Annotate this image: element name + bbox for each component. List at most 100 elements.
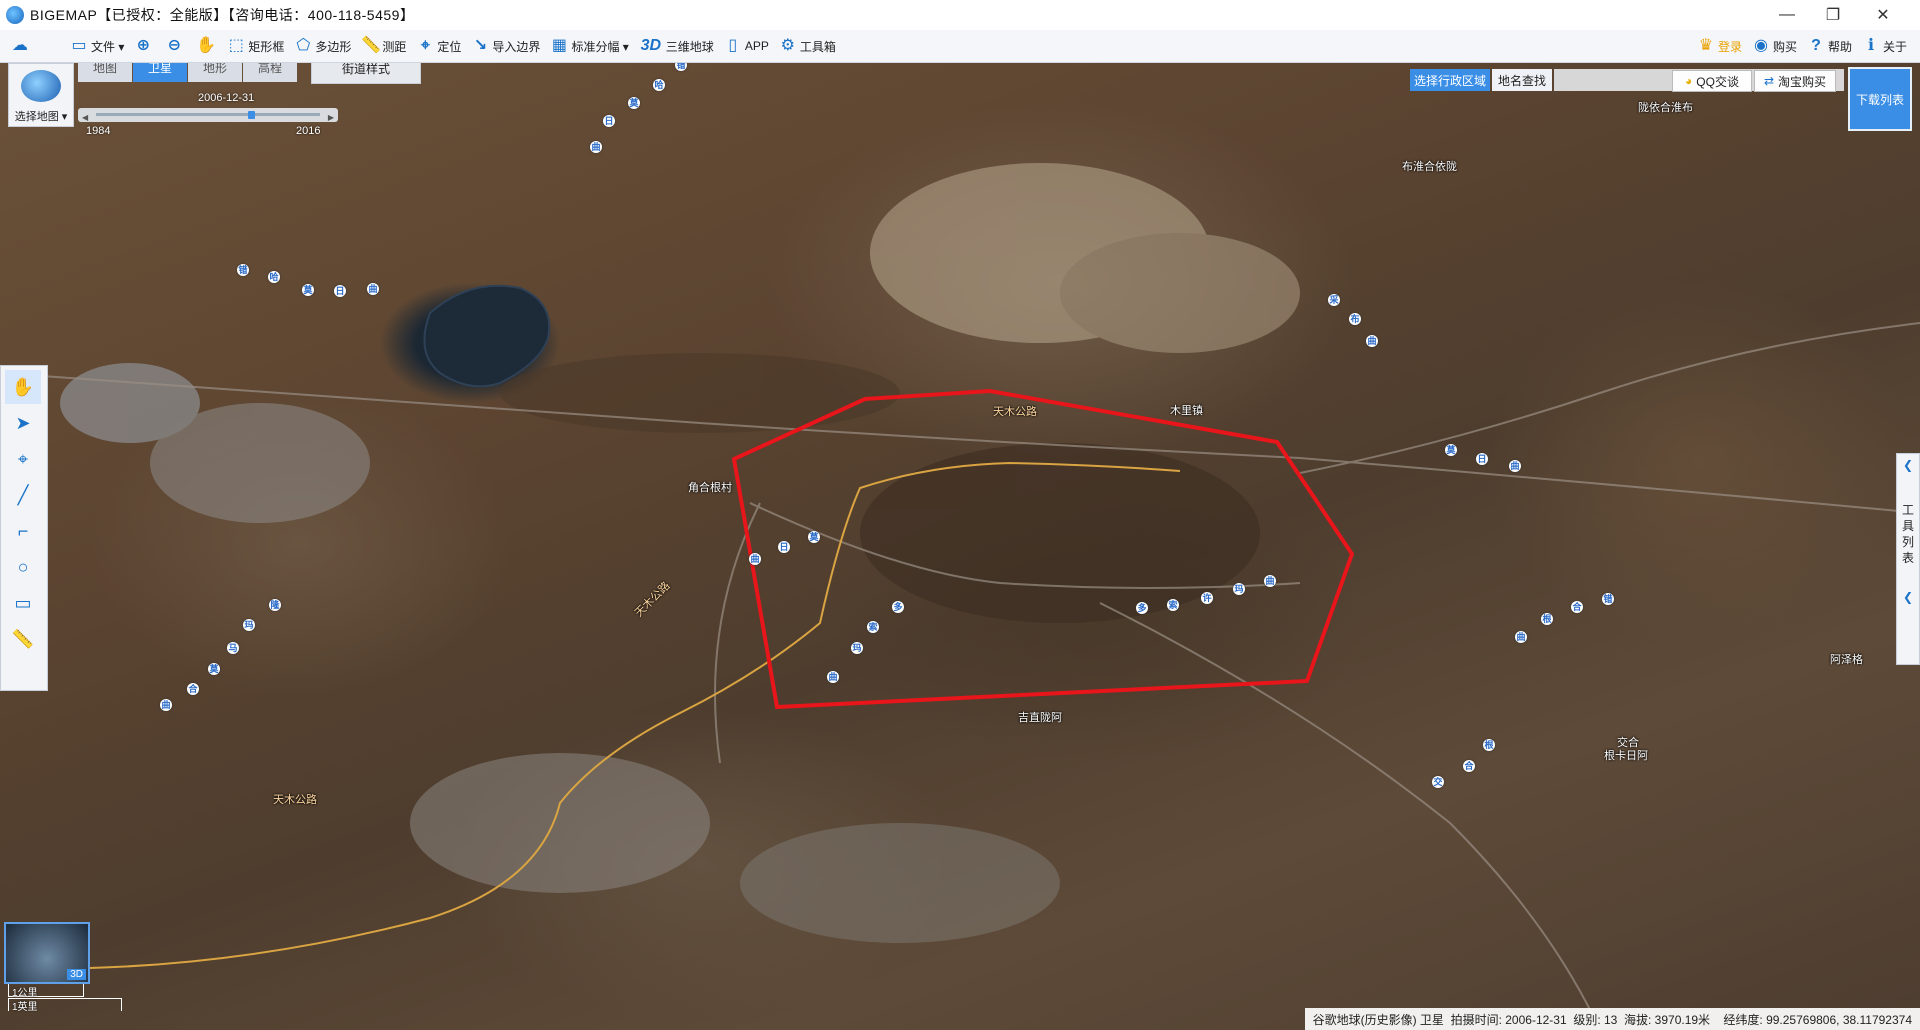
rectangle-select-button[interactable]: ⬚ 矩形框: [222, 32, 289, 60]
river-label: 莫: [808, 531, 820, 543]
place-search-button[interactable]: 地名查找: [1492, 69, 1552, 91]
status-coords: 经纬度: 99.25769806, 38.11792374: [1723, 1012, 1912, 1027]
file-menu[interactable]: ▭ 文件 ▾: [65, 32, 129, 60]
3d-badge: 3D: [67, 969, 86, 980]
import-boundary-button[interactable]: ↘ 导入边界: [466, 32, 545, 60]
river-label: 曲: [1509, 460, 1521, 472]
zoom-in-icon: ⊕: [136, 37, 151, 54]
map-selector[interactable]: 选择地图 ▾: [8, 63, 74, 127]
rectangle-tool-button[interactable]: ▭: [5, 586, 41, 620]
pan-tool-button[interactable]: ✋: [5, 370, 41, 404]
rectangle-icon: ▭: [14, 592, 32, 613]
cloud-icon: ☁: [12, 37, 28, 54]
download-list-button[interactable]: 下载列表: [1848, 67, 1912, 131]
timeline-end: 2016: [296, 125, 321, 137]
terrain-texture: [60, 163, 1300, 943]
rectangle-select-icon: ⬚: [228, 37, 244, 54]
phone-icon: ▯: [728, 37, 738, 54]
select-tool-button[interactable]: ➤: [5, 406, 41, 440]
pin-icon: ⌖: [420, 37, 430, 54]
map-selector-label: 选择地图 ▾: [14, 111, 68, 123]
tool-list-label: 工具列表: [1902, 503, 1915, 565]
standard-sheet-menu[interactable]: ▦ 标准分幅 ▾: [545, 32, 633, 60]
close-button[interactable]: ✕: [1860, 0, 1906, 30]
pan-button[interactable]: ✋: [191, 32, 222, 60]
3d-icon: 3D: [640, 37, 662, 54]
timeline-knob[interactable]: [247, 111, 255, 119]
lake-shape: [423, 284, 551, 388]
select-region-button[interactable]: 选择行政区域: [1410, 69, 1490, 91]
cloud-button[interactable]: ☁: [6, 32, 37, 60]
status-bar: 谷歌地球(历史影像) 卫星 拍摄时间: 2006-12-31 级别: 13 海拔…: [1304, 1008, 1920, 1030]
place-label: 吉直陇阿: [1018, 712, 1062, 724]
hand-icon: ✋: [11, 376, 35, 397]
zoom-out-icon: ⊖: [167, 37, 182, 54]
tab-satellite[interactable]: 卫星: [133, 63, 187, 82]
zoom-out-button[interactable]: ⊖: [160, 32, 191, 60]
measure-distance-button[interactable]: 📏 测距: [356, 32, 411, 60]
timeline-track[interactable]: ◀ ▶: [78, 108, 338, 122]
river-label: 多: [1136, 602, 1148, 614]
scale-mile: 1英里: [12, 1002, 38, 1013]
polyline-tool-button[interactable]: ⌐: [5, 514, 41, 548]
place-label: 根卡日阿: [1604, 750, 1648, 762]
about-button[interactable]: ℹ 关于: [1857, 32, 1912, 60]
chevron-left-icon[interactable]: ❮: [1897, 590, 1919, 604]
minimize-button[interactable]: —: [1764, 0, 1810, 30]
arrow-cursor-icon: ➤: [15, 412, 31, 433]
river-label: 日: [334, 285, 346, 297]
help-button[interactable]: ? 帮助: [1802, 32, 1857, 60]
toolbox-button[interactable]: ⚙ 工具箱: [774, 32, 841, 60]
login-button[interactable]: ♛ 登录: [1692, 32, 1747, 60]
river-label: 哈: [653, 79, 665, 91]
tab-elevation[interactable]: 高程: [243, 63, 297, 82]
qq-icon: ◕: [1685, 74, 1693, 88]
river-label: 日: [1476, 453, 1488, 465]
status-level: 级别: 13: [1573, 1012, 1618, 1027]
polygon-button[interactable]: ⬠ 多边形: [289, 32, 356, 60]
next-year-icon[interactable]: ▶: [328, 113, 334, 122]
mini-globe[interactable]: 3D: [4, 922, 90, 984]
locate-button[interactable]: ⌖ 定位: [411, 32, 466, 60]
app-button[interactable]: ▯ APP: [719, 32, 774, 60]
ruler-tool-button[interactable]: 📏: [5, 622, 41, 656]
river-label: 日: [603, 115, 615, 127]
river-label: 许: [1201, 592, 1213, 604]
prev-year-icon[interactable]: ◀: [82, 113, 88, 122]
grid-icon: ▦: [551, 37, 567, 54]
river-label: 错: [237, 264, 249, 276]
taobao-buy-button[interactable]: ⇄ 淘宝购买: [1754, 70, 1836, 92]
satellite-map[interactable]: 木里镇 角合根村 吉直陇阿 交 合 根卡日阿 阿泽格 布淮合依陇 陇依合淮布 天木…: [0, 63, 1920, 1030]
river-label: 曲: [749, 553, 761, 565]
side-tool-list[interactable]: ❮ 工具列表 ❮: [1896, 453, 1920, 665]
street-style-button[interactable]: 街道样式: [311, 63, 421, 84]
river-label: 曲: [1264, 575, 1276, 587]
help-icon: ?: [1811, 37, 1821, 54]
marker-tool-button[interactable]: ⌖: [5, 442, 41, 476]
pin-icon: ⌖: [17, 448, 29, 469]
tab-terrain[interactable]: 地形: [188, 63, 242, 82]
globe-3d-button[interactable]: 3D 三维地球: [634, 32, 719, 60]
place-label: 布淮合依陇: [1402, 161, 1457, 173]
line-tool-button[interactable]: ╱: [5, 478, 41, 512]
main-toolbar: ☁ ▭ 文件 ▾ ⊕ ⊖ ✋ ⬚ 矩形框 ⬠ 多边形 📏 测距 ⌖ 定位 ↘ 导入边界 ▦ 标…: [0, 30, 1920, 63]
polygon-icon: ⬠: [296, 37, 311, 54]
globe-icon: [21, 70, 61, 102]
river-label: 合: [1463, 760, 1475, 772]
river-label: 莫: [208, 663, 220, 675]
restore-button[interactable]: ❐: [1810, 0, 1856, 30]
zoom-in-button[interactable]: ⊕: [129, 32, 160, 60]
circle-tool-button[interactable]: ○: [5, 550, 41, 584]
buy-button[interactable]: ◉ 购买: [1747, 32, 1802, 60]
river-label: 多: [892, 601, 904, 613]
status-elevation: 海拔: 3970.19米: [1624, 1012, 1711, 1027]
qq-chat-button[interactable]: ◕ QQ交谈: [1672, 70, 1752, 92]
river-label: 错: [1602, 593, 1614, 605]
river-label: 玛: [851, 642, 863, 654]
chevron-left-icon[interactable]: ❮: [1897, 458, 1919, 472]
tab-map[interactable]: 地图: [78, 63, 132, 82]
river-label: 曲: [1515, 631, 1527, 643]
status-source: 谷歌地球(历史影像) 卫星: [1312, 1012, 1444, 1027]
river-label: 莫: [628, 97, 640, 109]
river-label: 根: [1483, 739, 1495, 751]
